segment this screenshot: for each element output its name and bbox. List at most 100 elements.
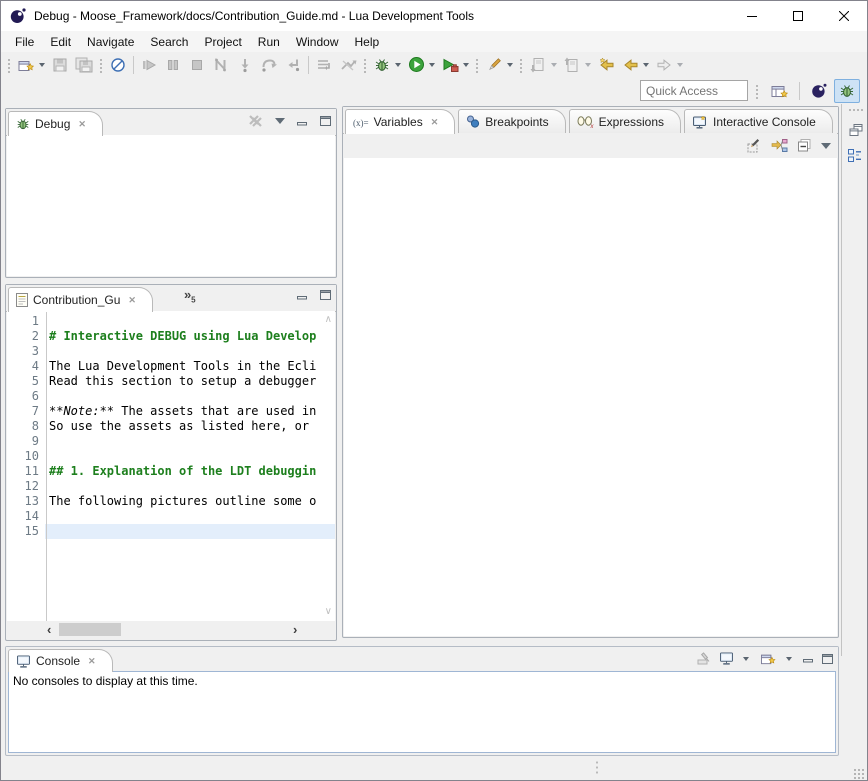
- tab-breakpoints[interactable]: Breakpoints: [458, 109, 565, 133]
- open-perspective-button[interactable]: [767, 79, 793, 103]
- more-editors-chevron[interactable]: »5: [184, 287, 196, 305]
- new-wizard-button[interactable]: [14, 54, 38, 76]
- menu-project[interactable]: Project: [196, 33, 249, 51]
- close-window-button[interactable]: [821, 1, 867, 31]
- minimize-view-icon[interactable]: [297, 291, 308, 300]
- show-type-names-button[interactable]: [746, 138, 762, 153]
- open-console-button[interactable]: [760, 651, 777, 666]
- mark-occurrences-button[interactable]: [482, 54, 506, 76]
- variables-content[interactable]: [344, 158, 837, 636]
- tab-console[interactable]: Console ✕: [8, 649, 113, 672]
- minimize-view-icon[interactable]: [803, 654, 814, 663]
- outline-view-button[interactable]: [847, 148, 864, 164]
- editor-line[interactable]: 9: [7, 434, 335, 449]
- editor-line[interactable]: 8So use the assets as listed here, or: [7, 419, 335, 434]
- editor-line[interactable]: 1: [7, 314, 335, 329]
- menu-window[interactable]: Window: [288, 33, 347, 51]
- editor-line[interactable]: 6: [7, 389, 335, 404]
- toolbar-drag-handle[interactable]: [6, 57, 12, 73]
- editor-line[interactable]: 10: [7, 449, 335, 464]
- variables-icon: (x)=: [353, 115, 369, 129]
- toolbar-separator: [799, 82, 800, 100]
- debug-button[interactable]: [370, 54, 394, 76]
- maximize-view-icon[interactable]: [320, 116, 331, 126]
- save-button[interactable]: [48, 54, 72, 76]
- collapse-all-button[interactable]: [797, 138, 812, 153]
- run-external-tools-button[interactable]: [438, 54, 462, 76]
- toolbar-drag-handle[interactable]: [474, 57, 480, 73]
- menu-search[interactable]: Search: [142, 33, 196, 51]
- quick-access-input[interactable]: [640, 80, 748, 101]
- tab-expressions[interactable]: xExpressions: [569, 109, 681, 133]
- new-wizard-dropdown[interactable]: [39, 63, 45, 67]
- forward-button: [652, 54, 676, 76]
- editor-lines[interactable]: 12# Interactive DEBUG using Lua Develop3…: [7, 311, 335, 539]
- run-dropdown[interactable]: [429, 63, 435, 67]
- maximize-view-icon[interactable]: [320, 290, 331, 300]
- resize-grip[interactable]: [853, 768, 865, 780]
- debug-view-content[interactable]: [7, 135, 335, 276]
- editor-line[interactable]: 5Read this section to setup a debugger: [7, 374, 335, 389]
- minimize-view-icon[interactable]: [297, 117, 308, 126]
- editor-content[interactable]: 12# Interactive DEBUG using Lua Develop3…: [7, 311, 335, 621]
- editor-line[interactable]: 12: [7, 479, 335, 494]
- close-icon[interactable]: ✕: [128, 295, 136, 306]
- editor-line[interactable]: 15: [7, 524, 335, 539]
- display-selected-console-button[interactable]: [719, 652, 734, 665]
- view-menu-icon[interactable]: [821, 143, 831, 149]
- editor-line[interactable]: 14: [7, 509, 335, 524]
- toolbar-drag-handle[interactable]: [754, 83, 760, 99]
- debug-perspective-button[interactable]: [834, 79, 860, 103]
- menu-help[interactable]: Help: [347, 33, 388, 51]
- close-icon[interactable]: ✕: [88, 656, 96, 667]
- hscroll-thumb[interactable]: [59, 623, 121, 636]
- statusbar-drag-handle[interactable]: [595, 760, 600, 776]
- editor-line[interactable]: 7**Note:** The assets that are used in: [7, 404, 335, 419]
- editor-hscrollbar[interactable]: ‹ ›: [7, 621, 335, 639]
- menu-navigate[interactable]: Navigate: [79, 33, 142, 51]
- tab-debug[interactable]: Debug ✕: [8, 111, 103, 136]
- tab-contribution-guide[interactable]: Contribution_Gu ✕: [8, 287, 153, 312]
- scroll-down-icon[interactable]: ∨: [325, 607, 332, 617]
- display-console-dropdown[interactable]: [743, 657, 749, 661]
- toolbar-drag-handle[interactable]: [98, 57, 104, 73]
- menu-run[interactable]: Run: [250, 33, 288, 51]
- editor-panel: Contribution_Gu ✕ »5 12# Interactive DEB…: [5, 284, 337, 641]
- tab-variables[interactable]: (x)=Variables✕: [345, 109, 455, 134]
- console-content[interactable]: No consoles to display at this time.: [8, 671, 836, 753]
- close-icon[interactable]: ✕: [431, 117, 439, 128]
- open-console-dropdown[interactable]: [786, 657, 792, 661]
- scroll-up-icon[interactable]: ∧: [325, 315, 332, 325]
- restore-view-button[interactable]: [848, 123, 864, 138]
- lua-perspective-button[interactable]: [806, 79, 832, 103]
- external-tools-dropdown[interactable]: [463, 63, 469, 67]
- tab-interactive-console[interactable]: Interactive Console: [684, 109, 833, 133]
- run-button[interactable]: [404, 54, 428, 76]
- back-dropdown[interactable]: [643, 63, 649, 67]
- view-menu-icon[interactable]: [275, 118, 285, 124]
- editor-line[interactable]: 2# Interactive DEBUG using Lua Develop: [7, 329, 335, 344]
- scroll-left-icon[interactable]: ‹: [47, 622, 51, 637]
- skip-all-breakpoints-button[interactable]: [106, 54, 130, 76]
- menu-file[interactable]: File: [7, 33, 42, 51]
- editor-line[interactable]: 11## 1. Explanation of the LDT debuggin: [7, 464, 335, 479]
- strip-drag-handle[interactable]: [848, 108, 864, 113]
- debug-dropdown[interactable]: [395, 63, 401, 67]
- last-edit-location-button[interactable]: [594, 54, 618, 76]
- show-logical-structures-button[interactable]: [771, 138, 788, 153]
- editor-line[interactable]: 3: [7, 344, 335, 359]
- toolbar-drag-handle[interactable]: [518, 57, 524, 73]
- close-icon[interactable]: ✕: [78, 119, 86, 130]
- code-text: ## 1. Explanation of the LDT debuggin: [45, 464, 335, 479]
- toolbar-drag-handle[interactable]: [362, 57, 368, 73]
- maximize-view-icon[interactable]: [822, 654, 833, 664]
- editor-line[interactable]: 4The Lua Development Tools in the Ecli: [7, 359, 335, 374]
- scroll-right-icon[interactable]: ›: [293, 622, 297, 637]
- menu-edit[interactable]: Edit: [42, 33, 79, 51]
- save-all-button[interactable]: [72, 54, 96, 76]
- maximize-window-button[interactable]: [775, 1, 821, 31]
- back-button[interactable]: [618, 54, 642, 76]
- editor-line[interactable]: 13The following pictures outline some o: [7, 494, 335, 509]
- mark-occurrences-dropdown[interactable]: [507, 63, 513, 67]
- minimize-window-button[interactable]: [729, 1, 775, 31]
